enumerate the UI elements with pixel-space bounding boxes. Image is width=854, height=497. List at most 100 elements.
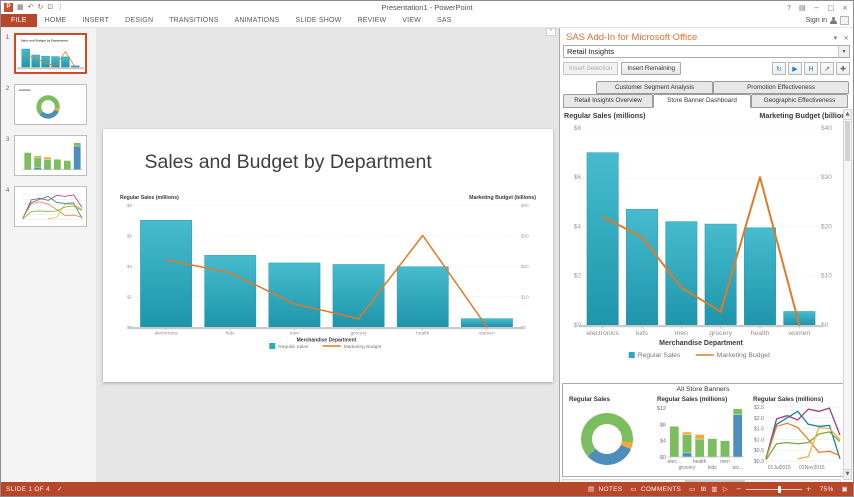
ribbon-tab-design[interactable]: DESIGN: [117, 14, 161, 27]
svg-text:Regular Sales (millions): Regular Sales (millions): [564, 111, 646, 120]
mini-donut-title: Regular Sales: [569, 396, 610, 403]
ribbon-tab-sas[interactable]: SAS: [429, 14, 460, 27]
sas-tab-store-banner-dashboard[interactable]: Store Banner Dashboard: [653, 94, 751, 108]
resize-icon[interactable]: ↗: [820, 62, 834, 75]
reading-view-icon[interactable]: ▥: [711, 485, 717, 493]
svg-text:$0.0: $0.0: [754, 459, 764, 465]
sas-tab-promotion-effectiveness[interactable]: Promotion Effectiveness: [713, 81, 849, 94]
thumbnail-preview[interactable]: [14, 135, 87, 176]
spellcheck-icon[interactable]: ✓: [57, 485, 63, 493]
slide-title[interactable]: Sales and Budget by Department: [145, 151, 432, 174]
slide-sorter-icon[interactable]: ⊞: [701, 485, 707, 493]
slideshow-view-icon[interactable]: ▷: [723, 485, 728, 493]
svg-text:health: health: [751, 330, 770, 337]
svg-text:Regular Sales: Regular Sales: [278, 344, 309, 350]
slide-canvas[interactable]: Sales and Budget by Department $0 $0 $2 $10…: [102, 128, 553, 382]
panel-combo-chart[interactable]: $0 $0$2 $10$4 $20$6 $30$8 $40electronics kids m…: [563, 109, 844, 380]
panel-close-icon[interactable]: ×: [843, 34, 849, 42]
mini-lines-title: Regular Sales (millions): [753, 396, 824, 403]
svg-text:$6: $6: [126, 233, 132, 238]
zoom-slider[interactable]: [745, 485, 802, 493]
zoom-in-icon[interactable]: +: [806, 485, 812, 493]
svg-text:$4: $4: [574, 223, 582, 230]
report-selector-value: Retail Insights: [567, 47, 615, 56]
ribbon-display-options-icon[interactable]: ▤: [799, 3, 806, 13]
help-icon[interactable]: ?: [787, 3, 791, 13]
report-selector-dropdown[interactable]: Retail Insights ▾: [563, 45, 850, 58]
slide-thumbnail-2[interactable]: 2: [1, 84, 96, 125]
dropdown-arrow-icon[interactable]: ▾: [838, 46, 849, 57]
panel-collapse-icon[interactable]: ▾: [834, 34, 838, 42]
scroll-down-icon[interactable]: ▼: [844, 469, 851, 479]
notes-label: NOTES: [598, 485, 623, 493]
window-title: Presentation1 - PowerPoint: [381, 3, 473, 12]
slide-thumbnail-4[interactable]: 4: [1, 186, 96, 227]
insert-selection-button[interactable]: Insert Selection: [563, 62, 619, 75]
scroll-up-icon[interactable]: ▲: [844, 110, 851, 120]
svg-text:$8: $8: [126, 202, 132, 207]
thumbnail-number: 2: [5, 85, 10, 92]
panel-vertical-scrollbar[interactable]: ▲ ▼: [843, 109, 852, 480]
slide-thumbnail-1[interactable]: 1 Sales and Budget by Department: [1, 33, 96, 74]
account-photo-placeholder: [840, 16, 849, 25]
svg-text:$30: $30: [521, 233, 529, 238]
highlight-icon[interactable]: H: [804, 62, 818, 75]
svg-text:grocery: grocery: [679, 465, 696, 471]
svg-text:$6: $6: [574, 174, 582, 181]
ribbon-tab-slide-show[interactable]: SLIDE SHOW: [288, 14, 350, 27]
thumbnail-preview[interactable]: [14, 186, 87, 227]
mini-line-chart[interactable]: Regular Sales (millions) $0.0 $0.5 $1.0 $1.…: [749, 394, 843, 473]
vertical-scroll-thumb[interactable]: [845, 121, 850, 161]
slide-combo-chart[interactable]: $0 $0$2 $10$4 $20$6 $30$8 $40electronics kids m…: [119, 193, 537, 351]
ribbon-tab-transitions[interactable]: TRANSITIONS: [161, 14, 226, 27]
refresh-icon[interactable]: ↻: [772, 62, 786, 75]
mini-donut-chart[interactable]: Regular Sales: [565, 394, 653, 473]
zoom-level[interactable]: 75%: [820, 486, 834, 493]
ribbon-tab-view[interactable]: VIEW: [394, 14, 429, 27]
ribbon-tab-animations[interactable]: ANIMATIONS: [226, 14, 287, 27]
normal-view-icon[interactable]: ▭: [689, 485, 695, 493]
sas-tab-row-bottom: Retail Insights Overview Store Banner Das…: [563, 94, 849, 108]
ribbon-tab-strip: FILE HOME INSERT DESIGN TRANSITIONS ANIMATION…: [1, 14, 853, 28]
svg-text:$1.5: $1.5: [754, 427, 764, 433]
zoom-slider-thumb[interactable]: [778, 485, 781, 493]
fit-to-window-icon[interactable]: ▣: [842, 485, 848, 493]
horizontal-scroll-thumb[interactable]: [684, 480, 745, 482]
svg-text:$2.5: $2.5: [754, 405, 764, 411]
expand-icon[interactable]: ✚: [836, 62, 850, 75]
title-bar: P ▦ ↶ ↻ ⊡ ⋮ Presentation1 - PowerPoint ?…: [1, 1, 853, 14]
notes-icon: ▤: [588, 485, 595, 493]
sas-addin-panel: SAS Add-In for Microsoft Office ▾ × Reta…: [559, 28, 853, 482]
thumbnail-preview[interactable]: Sales and Budget by Department: [14, 33, 87, 74]
collapse-ribbon-icon[interactable]: ^: [546, 28, 556, 36]
svg-text:wo...: wo...: [732, 465, 743, 471]
sas-tab-customer-segment-analysis[interactable]: Customer Segment Analysis: [596, 81, 713, 94]
restore-icon[interactable]: □: [828, 3, 835, 13]
sas-tab-geographic-effectiveness[interactable]: Geographic Effectiveness: [751, 94, 848, 108]
mini-stacked-bar-chart[interactable]: Regular Sales (millions) $0 $4 $8 $12 elec..…: [653, 394, 749, 473]
minimize-icon[interactable]: −: [814, 3, 820, 13]
selection-pointer-icon[interactable]: ▶: [788, 62, 802, 75]
svg-text:kids: kids: [636, 330, 649, 337]
notes-toggle[interactable]: ▤ NOTES: [588, 485, 622, 493]
thumbnail-number: 3: [5, 136, 10, 143]
ribbon-tab-insert[interactable]: INSERT: [74, 14, 117, 27]
zoom-out-icon[interactable]: −: [736, 485, 742, 493]
panel-horizontal-scrollbar[interactable]: [562, 479, 841, 482]
status-bar: SLIDE 1 OF 4 ✓ ▤ NOTES ▭ COMMENTS ▭ ⊞ ▥ …: [1, 482, 853, 496]
svg-text:$40: $40: [821, 125, 832, 132]
ribbon-tab-home[interactable]: HOME: [37, 14, 75, 27]
window-controls: ? ▤ − □ ×: [787, 3, 853, 13]
slide-indicator: SLIDE 1 OF 4: [6, 485, 51, 493]
svg-text:health: health: [416, 330, 429, 336]
sas-tab-retail-insights-overview[interactable]: Retail Insights Overview: [563, 94, 653, 108]
thumbnail-preview[interactable]: [14, 84, 87, 125]
ribbon-tab-file[interactable]: FILE: [1, 14, 37, 27]
ribbon-tab-review[interactable]: REVIEW: [349, 14, 394, 27]
insert-remaining-button[interactable]: Insert Remaining: [621, 62, 682, 75]
close-icon[interactable]: ×: [842, 3, 848, 13]
comments-toggle[interactable]: ▭ COMMENTS: [630, 485, 681, 493]
slide-thumbnail-3[interactable]: 3: [1, 135, 96, 176]
svg-text:$2: $2: [574, 273, 582, 280]
sign-in-area[interactable]: Sign in: [806, 14, 853, 27]
